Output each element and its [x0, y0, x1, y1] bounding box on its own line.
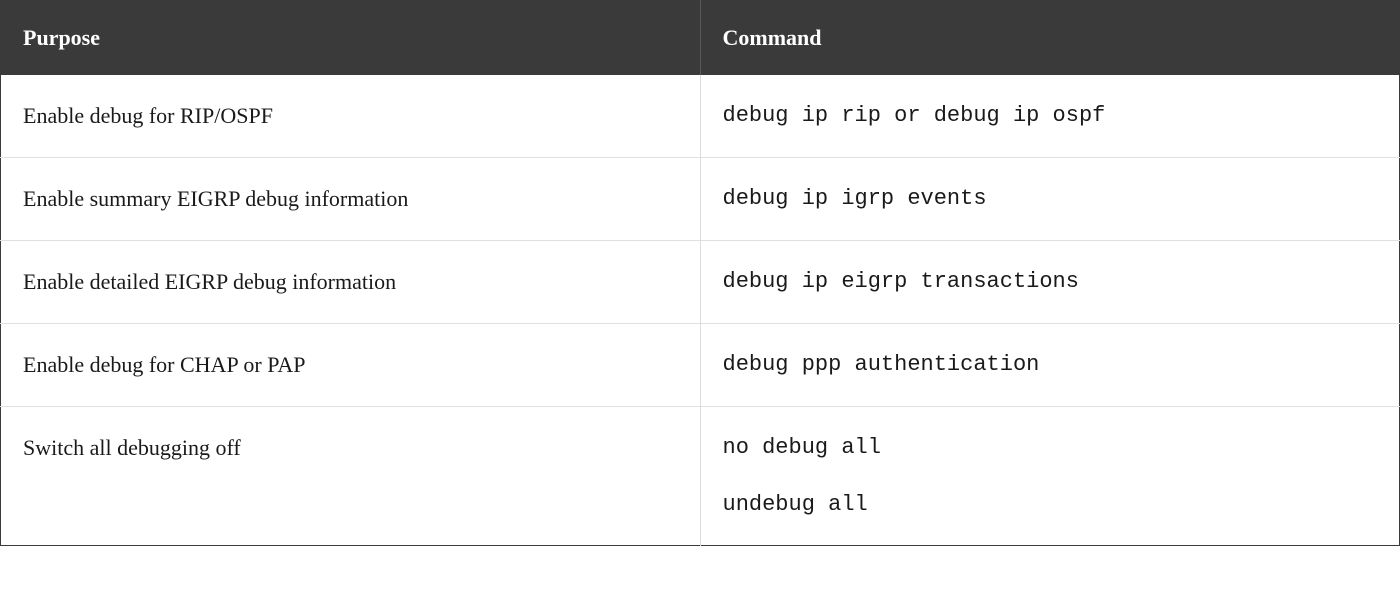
- cell-purpose: Enable detailed EIGRP debug information: [1, 241, 701, 324]
- table-header-row: Purpose Command: [1, 1, 1400, 76]
- header-command: Command: [700, 1, 1400, 76]
- command-text: no debug all: [723, 435, 1378, 460]
- cell-command: debug ppp authentication: [700, 324, 1400, 407]
- table-row: Enable detailed EIGRP debug information …: [1, 241, 1400, 324]
- command-text: debug ip rip or debug ip ospf: [723, 103, 1378, 128]
- command-text: undebug all: [723, 492, 1378, 517]
- table-row: Enable debug for RIP/OSPF debug ip rip o…: [1, 75, 1400, 158]
- command-text: debug ppp authentication: [723, 352, 1378, 377]
- header-purpose: Purpose: [1, 1, 701, 76]
- command-text: debug ip igrp events: [723, 186, 1378, 211]
- cell-command: debug ip eigrp transactions: [700, 241, 1400, 324]
- cell-purpose: Enable debug for CHAP or PAP: [1, 324, 701, 407]
- cell-command: debug ip rip or debug ip ospf: [700, 75, 1400, 158]
- cell-command: debug ip igrp events: [700, 158, 1400, 241]
- debug-commands-table: Purpose Command Enable debug for RIP/OSP…: [0, 0, 1400, 546]
- cell-purpose: Enable debug for RIP/OSPF: [1, 75, 701, 158]
- table-row: Enable debug for CHAP or PAP debug ppp a…: [1, 324, 1400, 407]
- cell-purpose: Enable summary EIGRP debug information: [1, 158, 701, 241]
- table-row: Enable summary EIGRP debug information d…: [1, 158, 1400, 241]
- cell-command: no debug all undebug all: [700, 407, 1400, 546]
- command-text: debug ip eigrp transactions: [723, 269, 1378, 294]
- table-row: Switch all debugging off no debug all un…: [1, 407, 1400, 546]
- cell-purpose: Switch all debugging off: [1, 407, 701, 546]
